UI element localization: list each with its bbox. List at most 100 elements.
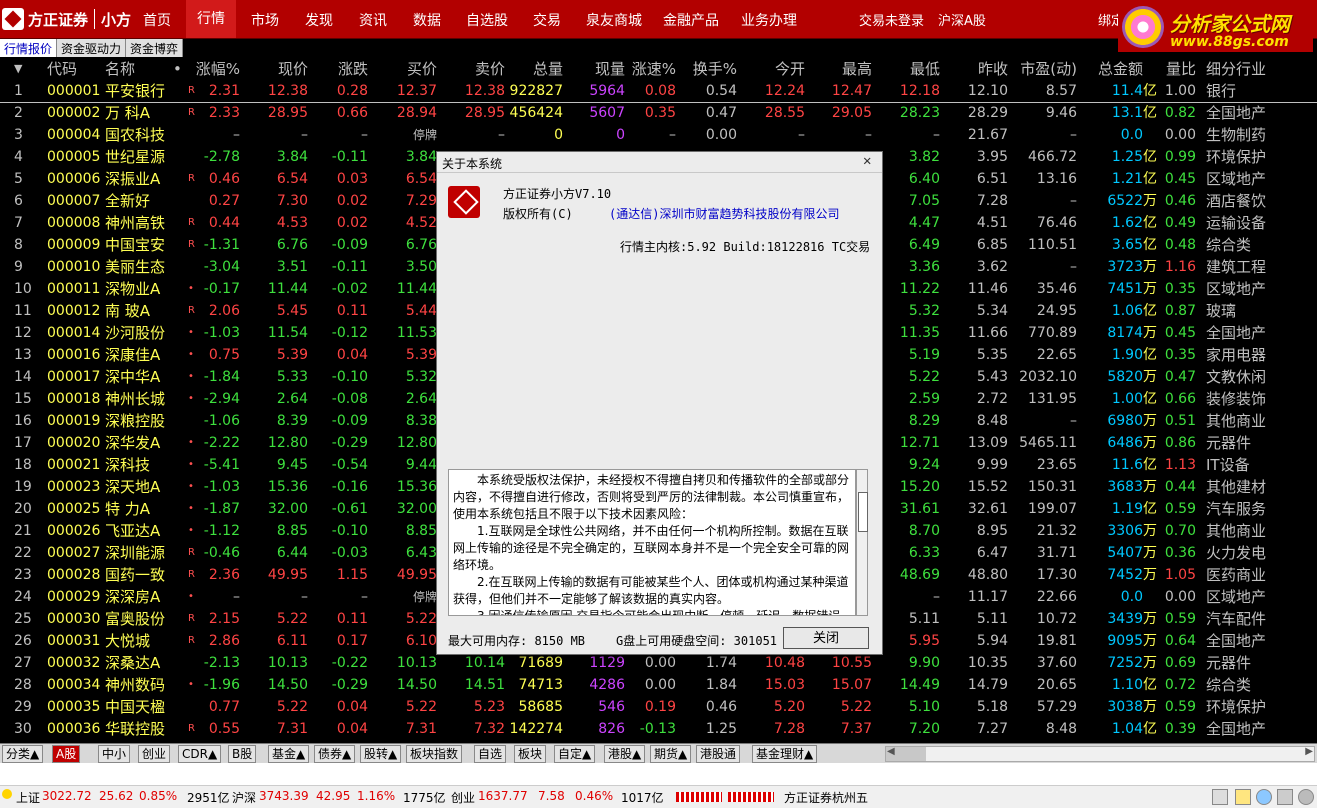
- col-industry[interactable]: 细分行业: [1206, 58, 1266, 80]
- tool-icon-3[interactable]: [1256, 789, 1272, 805]
- pe-ratio: 13.16: [1036, 171, 1077, 187]
- bottom-tab[interactable]: 自选: [474, 745, 507, 763]
- bottom-tab[interactable]: 期货▲: [650, 745, 692, 763]
- text-scroll-thumb[interactable]: [858, 492, 868, 532]
- ask-price: 12.38: [464, 83, 505, 99]
- col-bid[interactable]: 买价: [387, 58, 437, 80]
- menu-watchlist[interactable]: 自选股: [466, 10, 508, 30]
- prev-close: 7.28: [976, 193, 1008, 209]
- change-pct: 2.33: [208, 105, 240, 121]
- pe-ratio: 21.32: [1036, 523, 1077, 539]
- volume: 922827: [509, 83, 563, 99]
- table-row[interactable]: 2 000002 万 科A R 2.33 28.95 0.66 28.94 28.95 45642…: [0, 102, 1317, 124]
- col-price[interactable]: 现价: [255, 58, 308, 80]
- col-speed[interactable]: 涨速%: [626, 58, 676, 80]
- change: 0.11: [336, 611, 368, 627]
- col-open[interactable]: 今开: [752, 58, 805, 80]
- close-button[interactable]: 关闭: [783, 627, 869, 649]
- col-code[interactable]: 代码: [47, 58, 77, 80]
- bottom-tab[interactable]: A股: [52, 745, 81, 763]
- menu-market[interactable]: 市场: [251, 10, 279, 30]
- bottom-tab[interactable]: 创业: [138, 745, 171, 763]
- legal-textbox[interactable]: 本系统受版权法保护，未经授权不得擅自拷贝和传播软件的全部或部分内容，不得擅自进行…: [448, 469, 856, 616]
- col-high[interactable]: 最高: [817, 58, 872, 80]
- bottom-tab[interactable]: 板块指数: [406, 745, 463, 763]
- bottom-tab[interactable]: CDR▲: [178, 745, 222, 763]
- bottom-tab[interactable]: 基金理财▲: [752, 745, 818, 763]
- col-cur-volume[interactable]: 现量: [575, 58, 625, 80]
- col-change-pct[interactable]: 涨幅%: [190, 58, 240, 80]
- bottom-tab[interactable]: 基金▲: [268, 745, 310, 763]
- sh-value[interactable]: 3022.72: [42, 789, 92, 803]
- change: -0.12: [331, 325, 368, 341]
- dialog-titlebar[interactable]: 关于本系统 ✕: [437, 152, 882, 173]
- col-turnover[interactable]: 换手%: [680, 58, 737, 80]
- menu-services[interactable]: 业务办理: [741, 10, 797, 30]
- volume-ratio: 1.05: [1164, 567, 1196, 583]
- table-row[interactable]: 30 000036 华联控股 R 0.55 7.31 0.04 7.31 7.32 142274 8…: [0, 718, 1317, 740]
- menu-data[interactable]: 数据: [413, 10, 441, 30]
- col-diff[interactable]: 涨跌: [320, 58, 368, 80]
- change: 0.66: [336, 105, 368, 121]
- table-row[interactable]: 29 000035 中国天楹 0.77 5.22 0.04 5.22 5.23 58685 546…: [0, 696, 1317, 718]
- tab-quotes[interactable]: 行情报价: [0, 39, 58, 57]
- bottom-tab[interactable]: 港股通: [696, 745, 741, 763]
- flower-icon: [1122, 6, 1164, 48]
- industry: IT设备: [1206, 456, 1250, 474]
- bottom-tab[interactable]: 股转▲: [360, 745, 402, 763]
- bid-price: 9.44: [405, 457, 437, 473]
- tab-capital-game[interactable]: 资金博弈: [126, 39, 184, 57]
- menu-products[interactable]: 金融产品: [663, 10, 719, 30]
- col-low[interactable]: 最低: [880, 58, 940, 80]
- text-scrollbar[interactable]: [856, 469, 868, 616]
- col-vol-ratio[interactable]: 量比: [1150, 58, 1196, 80]
- amount: 3.65: [1111, 237, 1143, 253]
- table-row[interactable]: 27 000032 深桑达A -2.13 10.13 -0.22 10.13 10.14 716…: [0, 652, 1317, 674]
- turnover: 0.54: [705, 83, 737, 99]
- market-select[interactable]: 沪深A股: [938, 10, 986, 29]
- industry: 文教休闲: [1206, 368, 1267, 386]
- sz-value[interactable]: 3743.39: [259, 789, 309, 803]
- volume-ratio: 0.35: [1164, 347, 1196, 363]
- bottom-tab[interactable]: B股: [228, 745, 257, 763]
- menu-home[interactable]: 首页: [143, 10, 171, 30]
- low-price: 31.61: [899, 501, 940, 517]
- bottom-tab[interactable]: 自定▲: [554, 745, 596, 763]
- bottom-tab[interactable]: 债券▲: [314, 745, 356, 763]
- sort-arrow-icon[interactable]: ▼: [14, 58, 22, 80]
- col-name[interactable]: 名称: [105, 58, 135, 80]
- col-volume[interactable]: 总量: [505, 58, 563, 80]
- cy-value[interactable]: 1637.77: [478, 789, 528, 803]
- close-icon[interactable]: ✕: [863, 153, 871, 169]
- menu-quotes[interactable]: 行情: [186, 0, 236, 38]
- bottom-tab[interactable]: 分类▲: [2, 745, 44, 763]
- col-ask[interactable]: 卖价: [455, 58, 505, 80]
- login-status[interactable]: 交易未登录: [859, 10, 924, 29]
- row-index: 20: [14, 501, 32, 517]
- tool-icon-4[interactable]: [1277, 789, 1293, 805]
- menu-trade[interactable]: 交易: [533, 10, 561, 30]
- industry: 全国地产: [1206, 104, 1267, 122]
- bid-price: 11.44: [396, 281, 437, 297]
- bottom-tab[interactable]: 板块: [514, 745, 547, 763]
- col-amount[interactable]: 总金额: [1085, 58, 1143, 80]
- col-prev-close[interactable]: 昨收: [960, 58, 1008, 80]
- ad-banner[interactable]: 分析家公式网 www.88gs.com: [1118, 2, 1313, 52]
- bottom-tab[interactable]: 中小: [98, 745, 131, 763]
- table-row[interactable]: 1 000001 平安银行 R 2.31 12.38 0.28 12.37 12.38 92282…: [0, 80, 1317, 103]
- menu-discover[interactable]: 发现: [305, 10, 333, 30]
- table-row[interactable]: 28 000034 神州数码 • -1.96 14.50 -0.29 14.50 14.51 74…: [0, 674, 1317, 696]
- col-pe[interactable]: 市盈(动): [1005, 58, 1077, 80]
- tool-icon-2[interactable]: [1235, 789, 1251, 805]
- menu-news[interactable]: 资讯: [359, 10, 387, 30]
- horizontal-scrollbar[interactable]: ◀ ▶: [885, 746, 1315, 762]
- tab-capital-force[interactable]: 资金驱动力: [57, 39, 127, 57]
- menu-mall[interactable]: 泉友商城: [586, 10, 642, 30]
- low-price: 5.10: [908, 699, 940, 715]
- tool-icon-5[interactable]: [1298, 789, 1314, 805]
- tool-icon-1[interactable]: [1212, 789, 1228, 805]
- col-flag[interactable]: •: [173, 58, 182, 80]
- table-row[interactable]: 3 000004 国农科技 – – – 停牌 –0 0–0.00– – –21.67–0.0 0.00…: [0, 124, 1317, 146]
- bottom-tab[interactable]: 港股▲: [604, 745, 646, 763]
- change: 0.04: [336, 721, 368, 737]
